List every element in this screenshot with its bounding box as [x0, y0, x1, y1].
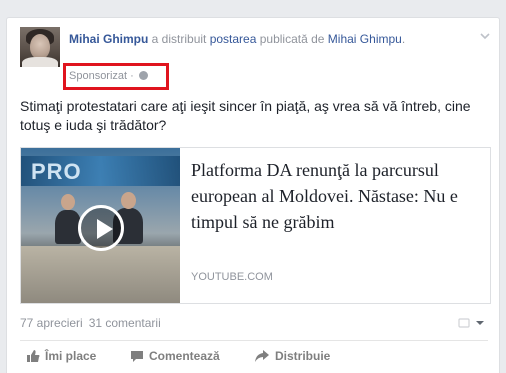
- original-author-link[interactable]: Mihai Ghimpu: [328, 32, 402, 46]
- post-stats: 77 aprecieri 31 comentarii: [20, 316, 161, 330]
- like-label: Îmi place: [45, 349, 97, 363]
- comment-label: Comentează: [149, 349, 220, 363]
- red-highlight-box: [63, 63, 169, 90]
- video-thumbnail[interactable]: PRO: [21, 148, 180, 303]
- post-link[interactable]: postarea: [210, 32, 257, 46]
- share-arrow-icon: [255, 350, 269, 362]
- thumb-logo-text: PRO: [31, 159, 82, 184]
- link-domain: YOUTUBE.COM: [191, 271, 273, 283]
- mid-text: publicată de: [256, 32, 328, 46]
- reactions-menu-icon[interactable]: [457, 316, 487, 330]
- author-name-link[interactable]: Mihai Ghimpu: [69, 32, 148, 46]
- comment-icon: [131, 351, 143, 362]
- actions-divider: [20, 340, 488, 341]
- post-body: Stimaţi protestatari care aţi ieşit sinc…: [20, 98, 471, 133]
- chevron-down-icon[interactable]: [479, 30, 491, 42]
- action-text: a distribuit: [148, 32, 210, 46]
- link-preview-card[interactable]: PRO Platforma DA renunţă la parcursul eu…: [20, 147, 491, 304]
- share-label: Distribuie: [275, 349, 331, 363]
- author-avatar[interactable]: [20, 27, 60, 67]
- thumbs-up-icon: [27, 350, 40, 362]
- like-button[interactable]: Îmi place: [26, 348, 96, 364]
- play-icon[interactable]: [78, 205, 124, 251]
- comment-button[interactable]: Comentează: [130, 348, 220, 364]
- post-header: Mihai Ghimpu a distribuit postarea publi…: [69, 31, 419, 47]
- likes-count[interactable]: 77 aprecieri: [20, 316, 83, 330]
- comments-count[interactable]: 31 comentarii: [89, 316, 161, 330]
- end-punct: .: [401, 32, 406, 46]
- post-card: Mihai Ghimpu a distribuit postarea publi…: [6, 17, 500, 373]
- share-button[interactable]: Distribuie: [254, 348, 330, 364]
- link-title[interactable]: Platforma DA renunţă la parcursul europe…: [191, 157, 481, 235]
